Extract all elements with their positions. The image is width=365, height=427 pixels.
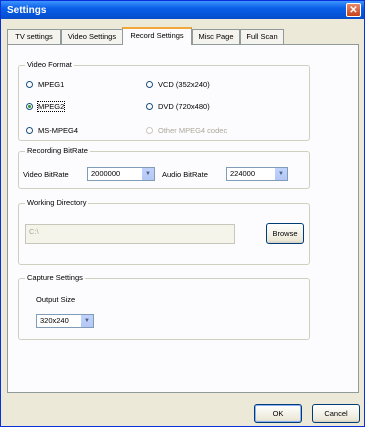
working-directory-group: Working Directory C:\ Browse xyxy=(18,198,310,265)
radio-button-icon xyxy=(146,103,153,110)
ok-button[interactable]: OK xyxy=(254,404,302,423)
video-format-title: Video Format xyxy=(25,60,74,70)
radio-button-checked-icon xyxy=(26,103,33,110)
working-directory-title: Working Directory xyxy=(25,198,89,208)
settings-window: Settings ✕ TV settings Video Settings Re… xyxy=(0,0,365,427)
radio-dvd[interactable]: DVD (720x480) xyxy=(146,102,210,112)
radio-button-icon xyxy=(26,127,33,134)
radio-mpeg1-label: MPEG1 xyxy=(38,80,65,89)
tab-record-settings[interactable]: Record Settings xyxy=(122,27,192,45)
video-bitrate-value: 2000000 xyxy=(91,169,121,178)
radio-vcd[interactable]: VCD (352x240) xyxy=(146,80,210,90)
radio-dvd-label: DVD (720x480) xyxy=(158,102,210,111)
cancel-button[interactable]: Cancel xyxy=(312,404,360,423)
audio-bitrate-value: 224000 xyxy=(230,169,256,178)
chevron-down-icon[interactable]: ▼ xyxy=(274,168,287,180)
radio-button-icon xyxy=(26,81,33,88)
recording-bitrate-title: Recording BitRate xyxy=(25,146,90,156)
tab-full-scan[interactable]: Full Scan xyxy=(240,29,284,44)
capture-settings-title: Capture Settings xyxy=(25,273,85,283)
capture-settings-group: Capture Settings Output Size 320x240 ▼ xyxy=(18,273,310,340)
browse-button[interactable]: Browse xyxy=(266,223,304,244)
radio-button-icon xyxy=(146,127,153,134)
recording-bitrate-group: Recording BitRate Video BitRate 2000000 … xyxy=(18,146,310,189)
output-size-value: 320x240 xyxy=(40,316,69,325)
video-bitrate-select[interactable]: 2000000 ▼ xyxy=(87,167,155,181)
video-format-group: Video Format MPEG1 VCD (352x240) MPEG2 D… xyxy=(18,60,310,141)
working-directory-input: C:\ xyxy=(25,224,235,244)
radio-button-icon xyxy=(146,81,153,88)
record-settings-panel: Video Format MPEG1 VCD (352x240) MPEG2 D… xyxy=(7,44,359,393)
radio-mpeg2[interactable]: MPEG2 xyxy=(26,101,66,112)
radio-ms-mpeg4-label: MS-MPEG4 xyxy=(38,126,79,135)
radio-other-mpeg4: Other MPEG4 codec xyxy=(146,126,227,136)
window-title: Settings xyxy=(7,5,47,16)
tab-tv-settings[interactable]: TV settings xyxy=(7,29,61,44)
close-icon: ✕ xyxy=(349,5,358,16)
output-size-label: Output Size xyxy=(36,295,76,304)
radio-vcd-label: VCD (352x240) xyxy=(158,80,210,89)
audio-bitrate-select[interactable]: 224000 ▼ xyxy=(226,167,288,181)
chevron-down-icon[interactable]: ▼ xyxy=(80,315,93,327)
tab-video-settings[interactable]: Video Settings xyxy=(61,29,123,44)
chevron-down-icon[interactable]: ▼ xyxy=(141,168,154,180)
tab-misc-page[interactable]: Misc Page xyxy=(192,29,240,44)
radio-mpeg1[interactable]: MPEG1 xyxy=(26,80,64,90)
radio-other-mpeg4-label: Other MPEG4 codec xyxy=(158,126,228,135)
title-bar[interactable]: Settings ✕ xyxy=(1,1,364,19)
radio-mpeg2-label: MPEG2 xyxy=(36,101,66,112)
radio-ms-mpeg4[interactable]: MS-MPEG4 xyxy=(26,126,78,136)
close-button[interactable]: ✕ xyxy=(346,3,361,17)
audio-bitrate-label: Audio BitRate xyxy=(162,170,208,179)
video-bitrate-label: Video BitRate xyxy=(23,170,69,179)
output-size-select[interactable]: 320x240 ▼ xyxy=(36,314,94,328)
